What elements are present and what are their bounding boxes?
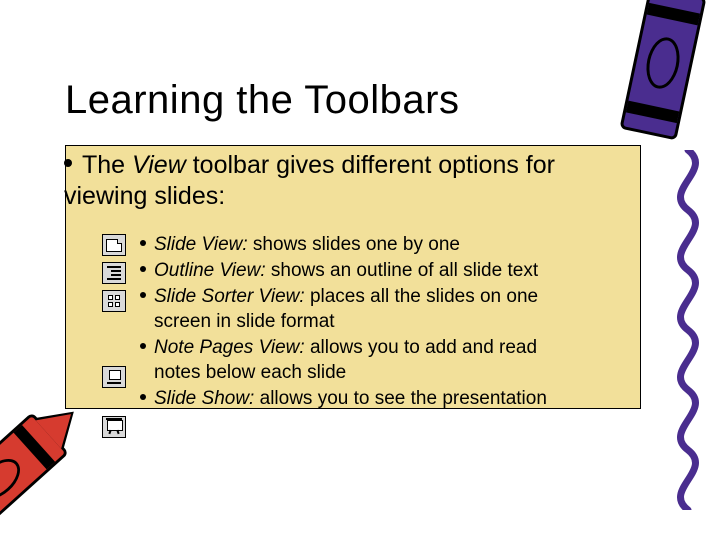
slide-view-icon: [102, 234, 126, 256]
note-pages-view-icon: [102, 366, 126, 388]
item-em: Slide Show:: [154, 388, 254, 409]
intro-em: View: [132, 151, 186, 179]
item-rest: shows slides one by one: [248, 234, 460, 255]
slide-title: Learning the Toolbars: [65, 78, 459, 123]
crayon-purple-decor: [619, 0, 706, 140]
list-item: Outline View: shows an outline of all sl…: [140, 258, 650, 283]
intro-line: The View toolbar gives different options…: [64, 150, 644, 211]
item-rest: places all the slides on one: [305, 286, 538, 307]
item-rest: shows an outline of all slide text: [266, 260, 539, 281]
bullet-icon: [140, 394, 146, 400]
item-rest: allows you to see the presentation: [254, 388, 547, 409]
item-em: Note Pages View:: [154, 337, 305, 358]
slide-sorter-view-icon: [102, 290, 126, 312]
item-rest: allows you to add and read: [305, 337, 537, 358]
list-item: Slide Show: allows you to see the presen…: [140, 386, 650, 411]
item-cont: notes below each slide: [154, 360, 650, 385]
item-em: Slide View:: [154, 234, 248, 255]
item-em: Outline View:: [154, 260, 266, 281]
outline-view-icon: [102, 262, 126, 284]
bullet-icon: [140, 266, 146, 272]
bullet-icon: [140, 343, 146, 349]
bullet-icon: [64, 159, 72, 167]
slide-show-icon: [102, 416, 126, 438]
list-item: Note Pages View: allows you to add and r…: [140, 335, 650, 385]
list-item: Slide View: shows slides one by one: [140, 232, 650, 257]
bullet-icon: [140, 292, 146, 298]
sub-bullets: Slide View: shows slides one by one Outl…: [140, 232, 650, 413]
item-cont: screen in slide format: [154, 309, 650, 334]
item-em: Slide Sorter View:: [154, 286, 305, 307]
view-toolbar-icons: [102, 234, 126, 438]
bullet-icon: [140, 240, 146, 246]
list-item: Slide Sorter View: places all the slides…: [140, 284, 650, 334]
intro-pre: The: [82, 151, 132, 179]
purple-spiral-decor: [662, 150, 714, 510]
crayon-red-decor: [0, 412, 69, 540]
